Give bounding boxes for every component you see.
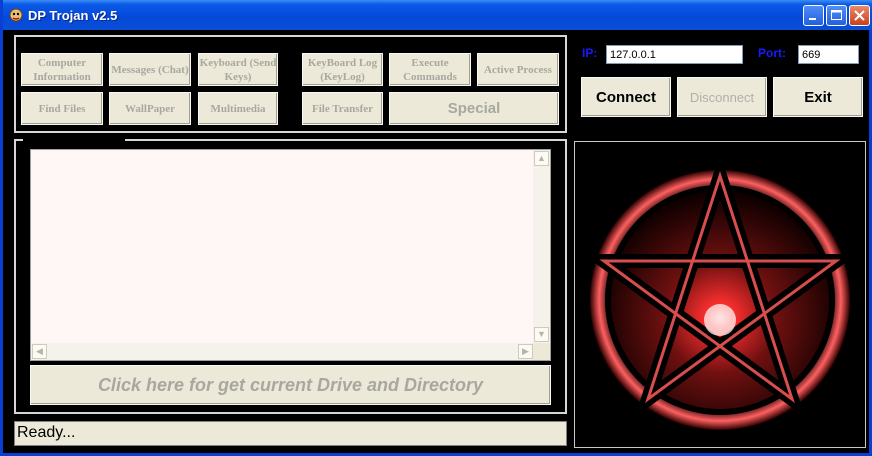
messages-button[interactable]: Messages (Chat): [109, 53, 191, 86]
keyboard-send-keys-button[interactable]: Keyboard (Send Keys): [198, 53, 278, 86]
horizontal-scrollbar[interactable]: ◀ ▶: [31, 343, 534, 360]
active-process-button[interactable]: Active Process: [477, 53, 559, 86]
close-button[interactable]: [849, 5, 870, 26]
maximize-icon: [831, 10, 842, 20]
minimize-icon: [809, 18, 816, 20]
close-icon: [854, 10, 865, 21]
output-textarea[interactable]: ▲ ▼ ◀ ▶: [30, 149, 551, 361]
scroll-right-icon[interactable]: ▶: [518, 344, 533, 359]
ip-input[interactable]: [606, 45, 743, 64]
minimize-button[interactable]: [803, 5, 824, 26]
title-bar[interactable]: DP Trojan v2.5: [3, 0, 872, 30]
port-input[interactable]: [798, 45, 859, 64]
status-bar: Ready...: [14, 421, 567, 446]
execute-commands-button[interactable]: Execute Commands: [389, 53, 471, 86]
multimedia-button[interactable]: Multimedia: [198, 92, 278, 125]
pentagram-icon: [582, 153, 858, 430]
vertical-scrollbar[interactable]: ▲ ▼: [533, 150, 550, 344]
find-files-button[interactable]: Find Files: [21, 92, 103, 125]
keylog-button[interactable]: KeyBoard Log (KeyLog): [302, 53, 383, 86]
exit-button[interactable]: Exit: [773, 77, 863, 117]
scroll-up-icon[interactable]: ▲: [534, 151, 549, 166]
app-window: DP Trojan v2.5 Computer Information Mess…: [0, 0, 872, 456]
port-label: Port:: [758, 46, 786, 60]
special-button[interactable]: Special: [389, 92, 559, 125]
file-transfer-button[interactable]: File Transfer: [302, 92, 383, 125]
get-drive-directory-button[interactable]: Click here for get current Drive and Dir…: [30, 365, 551, 405]
ip-label: IP:: [582, 46, 598, 60]
window-title: DP Trojan v2.5: [28, 8, 118, 23]
pentagram-image: [574, 141, 866, 448]
computer-information-button[interactable]: Computer Information: [21, 53, 103, 86]
scroll-corner: [533, 343, 550, 360]
app-icon: [9, 8, 23, 22]
wallpaper-button[interactable]: WallPaper: [109, 92, 191, 125]
maximize-button[interactable]: [826, 5, 847, 26]
scroll-left-icon[interactable]: ◀: [32, 344, 47, 359]
scroll-down-icon[interactable]: ▼: [534, 327, 549, 342]
connect-button[interactable]: Connect: [581, 77, 671, 117]
panel-tab-gap: [23, 136, 125, 141]
disconnect-button[interactable]: Disconnect: [677, 77, 767, 117]
